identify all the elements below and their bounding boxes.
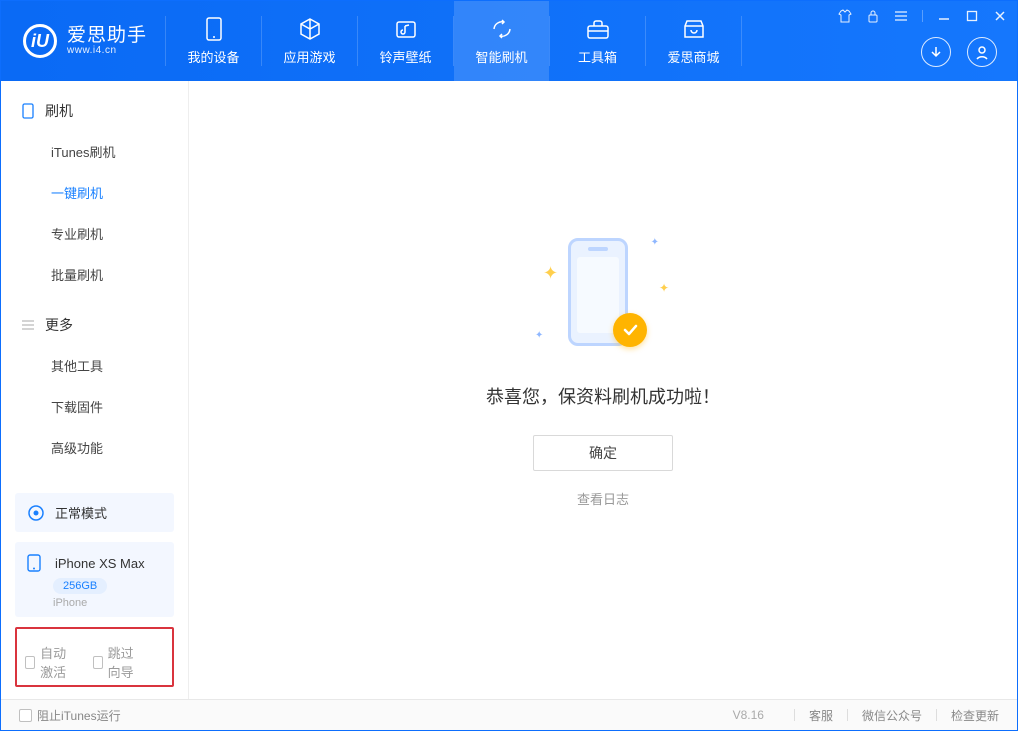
footer-check-update-link[interactable]: 检查更新 [951, 707, 999, 724]
sidebar: 刷机 iTunes刷机 一键刷机 专业刷机 批量刷机 更多 其他工具 下载固件 … [1, 81, 189, 699]
close-button[interactable] [993, 9, 1007, 23]
download-button[interactable] [921, 37, 951, 67]
sidebar-item-oneclick-flash[interactable]: 一键刷机 [1, 172, 188, 213]
storage-badge: 256GB [53, 578, 107, 594]
nav-store[interactable]: 爱思商城 [646, 1, 741, 81]
nav-toolbox[interactable]: 工具箱 [550, 1, 645, 81]
checkbox-icon [19, 709, 32, 722]
user-button[interactable] [967, 37, 997, 67]
list-icon [21, 318, 35, 332]
cube-icon [297, 16, 323, 42]
lock-icon[interactable] [866, 9, 880, 23]
flash-options-highlighted: 自动激活 跳过向导 [15, 627, 174, 687]
maximize-button[interactable] [965, 9, 979, 23]
nav-apps-games[interactable]: 应用游戏 [262, 1, 357, 81]
titlebar [838, 9, 1007, 23]
nav-label: 我的设备 [188, 47, 240, 66]
nav-label: 工具箱 [578, 47, 617, 66]
device-name: iPhone XS Max [55, 556, 145, 571]
sidebar-item-itunes-flash[interactable]: iTunes刷机 [1, 131, 188, 172]
check-badge-icon [613, 313, 647, 347]
version-label: V8.16 [733, 708, 764, 722]
app-name: 爱思助手 [67, 26, 147, 45]
main-content: ✦ ✦ ✦ ✦ 恭喜您，保资料刷机成功啦！ 确定 查看日志 [189, 81, 1017, 699]
menu-icon[interactable] [894, 9, 908, 23]
sparkle-icon: ✦ [543, 263, 558, 284]
success-message: 恭喜您，保资料刷机成功啦！ [486, 383, 720, 409]
music-folder-icon [393, 16, 419, 42]
nav-label: 铃声壁纸 [380, 47, 432, 66]
nav-label: 智能刷机 [476, 47, 528, 66]
app-url: www.i4.cn [67, 45, 147, 56]
footer-wechat-link[interactable]: 微信公众号 [862, 707, 922, 724]
sidebar-item-batch-flash[interactable]: 批量刷机 [1, 254, 188, 295]
sparkle-icon: ✦ [651, 237, 659, 248]
status-bar: 阻止iTunes运行 V8.16 客服 微信公众号 检查更新 [1, 699, 1017, 730]
toolbox-icon [585, 16, 611, 42]
view-log-link[interactable]: 查看日志 [577, 489, 629, 508]
sidebar-item-advanced[interactable]: 高级功能 [1, 427, 188, 468]
checkbox-block-itunes[interactable]: 阻止iTunes运行 [19, 707, 121, 724]
nav-ringtone-wallpaper[interactable]: 铃声壁纸 [358, 1, 453, 81]
sidebar-item-other-tools[interactable]: 其他工具 [1, 345, 188, 386]
main-nav: 我的设备 应用游戏 铃声壁纸 智能刷机 工具箱 爱思商城 [166, 1, 742, 81]
sidebar-group-more: 更多 [1, 309, 188, 341]
footer-support-link[interactable]: 客服 [809, 707, 833, 724]
minimize-button[interactable] [937, 9, 951, 23]
checkbox-icon [25, 656, 35, 669]
success-illustration: ✦ ✦ ✦ ✦ [533, 233, 673, 363]
device-mode[interactable]: 正常模式 [15, 493, 174, 532]
checkbox-skip-guide[interactable]: 跳过向导 [93, 643, 147, 681]
confirm-button[interactable]: 确定 [533, 435, 673, 471]
phone-outline-icon [21, 104, 35, 118]
sync-icon [489, 16, 515, 42]
checkbox-icon [93, 656, 103, 669]
nav-smart-flash[interactable]: 智能刷机 [454, 1, 549, 81]
store-icon [681, 16, 707, 42]
phone-icon [201, 16, 227, 42]
logo-icon: iU [23, 24, 57, 58]
checkbox-auto-activate[interactable]: 自动激活 [25, 643, 79, 681]
shirt-icon[interactable] [838, 9, 852, 23]
sparkle-icon: ✦ [659, 281, 669, 295]
sidebar-item-download-firmware[interactable]: 下载固件 [1, 386, 188, 427]
nav-label: 应用游戏 [284, 47, 336, 66]
nav-my-device[interactable]: 我的设备 [166, 1, 261, 81]
app-logo: iU 爱思助手 www.i4.cn [1, 24, 165, 58]
device-info[interactable]: iPhone XS Max 256GB iPhone [15, 542, 174, 617]
mode-icon [27, 504, 45, 522]
sidebar-item-pro-flash[interactable]: 专业刷机 [1, 213, 188, 254]
device-phone-icon [27, 554, 45, 572]
device-type: iPhone [53, 597, 162, 609]
sidebar-group-flash: 刷机 [1, 95, 188, 127]
sparkle-icon: ✦ [535, 330, 543, 341]
nav-label: 爱思商城 [668, 47, 720, 66]
app-header: iU 爱思助手 www.i4.cn 我的设备 应用游戏 铃声壁纸 智能刷机 [1, 1, 1017, 81]
